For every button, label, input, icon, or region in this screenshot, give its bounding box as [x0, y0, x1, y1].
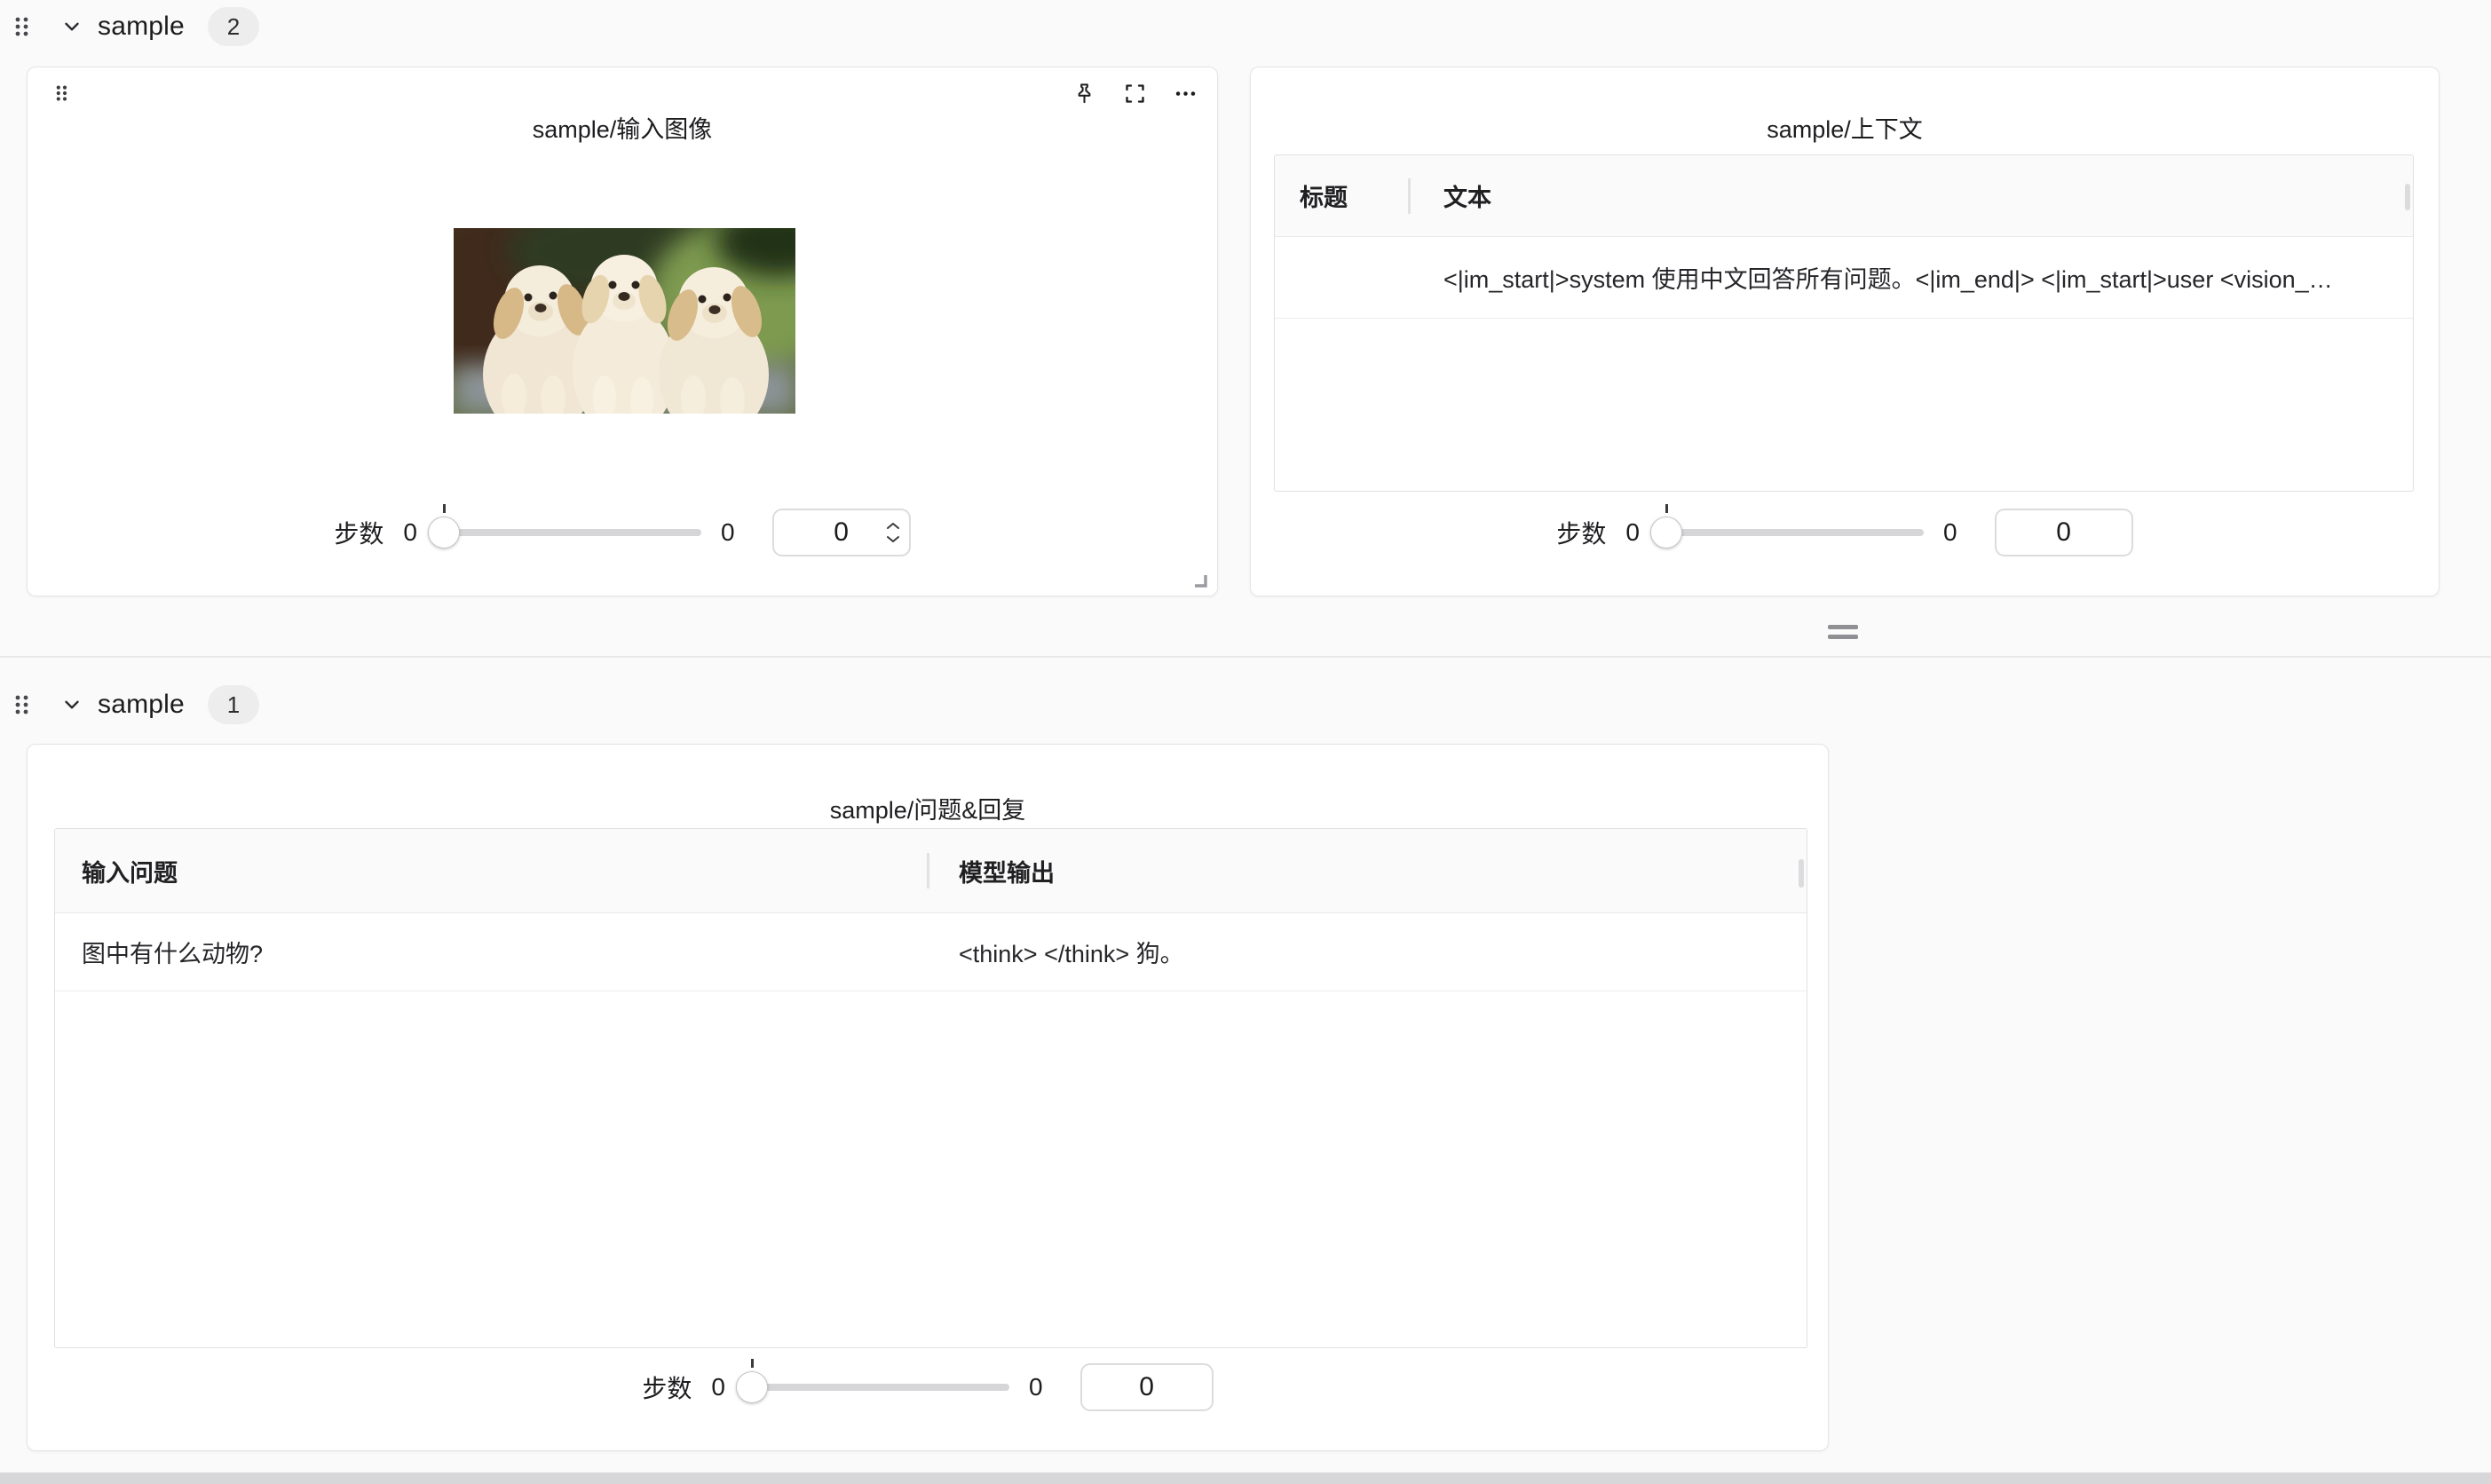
section-separator — [0, 656, 2491, 658]
section-count-badge: 2 — [208, 7, 259, 46]
table-row[interactable]: 图中有什么动物? <think> </think> 狗。 — [55, 913, 1807, 991]
panel-input-image: sample/输入图像 — [27, 67, 1218, 596]
steps-max-value: 0 — [1029, 1373, 1043, 1401]
steps-number-box — [772, 509, 911, 556]
column-resize-divider[interactable] — [927, 853, 929, 888]
table-scrollbar-thumb[interactable] — [2405, 184, 2410, 210]
steps-slider[interactable] — [430, 516, 701, 549]
steps-number-box — [1080, 1363, 1214, 1411]
panel-actions — [1072, 82, 1198, 106]
column-header-output: 模型输出 — [959, 829, 1055, 912]
column-header-title: 标题 — [1300, 155, 1348, 236]
steps-label: 步数 — [334, 515, 384, 550]
steps-number-input[interactable] — [1082, 1365, 1212, 1409]
drag-handle-icon[interactable] — [12, 693, 30, 716]
steps-min-value: 0 — [711, 1373, 725, 1401]
section-count-badge: 1 — [208, 685, 259, 724]
column-header-text: 文本 — [1443, 155, 1491, 236]
cell-text: <|im_start|>system 使用中文回答所有问题。<|im_end|>… — [1443, 237, 2384, 318]
slider-tick — [1665, 504, 1668, 513]
section-title: sample — [98, 690, 185, 720]
steps-control: 步数 0 0 — [28, 509, 1217, 556]
slider-track[interactable] — [1652, 529, 1924, 536]
puppies-photo[interactable] — [454, 228, 795, 414]
steps-max-value: 0 — [721, 518, 735, 547]
slider-tick — [443, 504, 446, 513]
spinner-down-icon[interactable] — [886, 535, 900, 543]
steps-min-value: 0 — [1625, 518, 1640, 547]
spinner-up-icon[interactable] — [886, 522, 900, 530]
panel-title: sample/问题&回复 — [28, 791, 1828, 825]
table-row[interactable]: <|im_start|>system 使用中文回答所有问题。<|im_end|>… — [1275, 237, 2413, 319]
steps-number-input[interactable] — [1997, 510, 2131, 555]
panel-drag-handle-icon[interactable] — [54, 83, 68, 103]
context-table-header: 标题 文本 — [1275, 155, 2413, 237]
fullscreen-icon[interactable] — [1123, 82, 1147, 106]
panel-title: sample/输入图像 — [28, 110, 1217, 145]
slider-track[interactable] — [738, 1384, 1009, 1391]
qa-table-header: 输入问题 模型输出 — [55, 829, 1807, 913]
section-title: sample — [98, 12, 185, 42]
steps-slider[interactable] — [738, 1370, 1009, 1404]
slider-track[interactable] — [430, 529, 701, 536]
panel-resize-handle[interactable] — [1193, 573, 1208, 588]
steps-max-value: 0 — [1943, 518, 1957, 547]
pin-icon[interactable] — [1072, 82, 1096, 106]
steps-label: 步数 — [642, 1370, 692, 1405]
window-bottom-edge — [0, 1472, 2491, 1484]
drag-handle-icon[interactable] — [12, 15, 30, 38]
steps-control: 步数 0 0 — [1251, 509, 2439, 556]
column-resize-divider[interactable] — [1408, 178, 1411, 214]
table-scrollbar-thumb[interactable] — [1799, 859, 1804, 888]
spinner-arrows — [886, 510, 900, 555]
section-header-bottom: sample 1 — [12, 683, 259, 726]
context-table: 标题 文本 <|im_start|>system 使用中文回答所有问题。<|im… — [1274, 154, 2414, 492]
slider-thumb[interactable] — [1650, 517, 1682, 549]
section-resize-handle[interactable] — [1828, 625, 1858, 639]
workspace: sample 2 sample/输入图像 — [0, 0, 2491, 1484]
slider-thumb[interactable] — [428, 517, 460, 549]
steps-label: 步数 — [1556, 515, 1606, 550]
panel-title: sample/上下文 — [1251, 110, 2439, 145]
qa-table: 输入问题 模型输出 图中有什么动物? <think> </think> 狗。 — [54, 828, 1807, 1348]
slider-tick — [751, 1359, 754, 1368]
section-header-top: sample 2 — [12, 5, 259, 48]
panel-context: sample/上下文 标题 文本 <|im_start|>system 使用中文… — [1250, 67, 2440, 596]
cell-output: <think> </think> 狗。 — [959, 913, 1775, 991]
column-header-question: 输入问题 — [82, 829, 178, 912]
cell-question: 图中有什么动物? — [82, 913, 916, 991]
collapse-chevron-icon[interactable] — [60, 15, 83, 38]
steps-control: 步数 0 0 — [28, 1363, 1828, 1411]
more-options-icon[interactable] — [1174, 82, 1198, 106]
steps-min-value: 0 — [403, 518, 417, 547]
steps-number-box — [1995, 509, 2133, 556]
slider-thumb[interactable] — [736, 1371, 768, 1403]
steps-slider[interactable] — [1652, 516, 1924, 549]
panel-qa: sample/问题&回复 输入问题 模型输出 图中有什么动物? <think> … — [27, 744, 1829, 1451]
collapse-chevron-icon[interactable] — [60, 693, 83, 716]
